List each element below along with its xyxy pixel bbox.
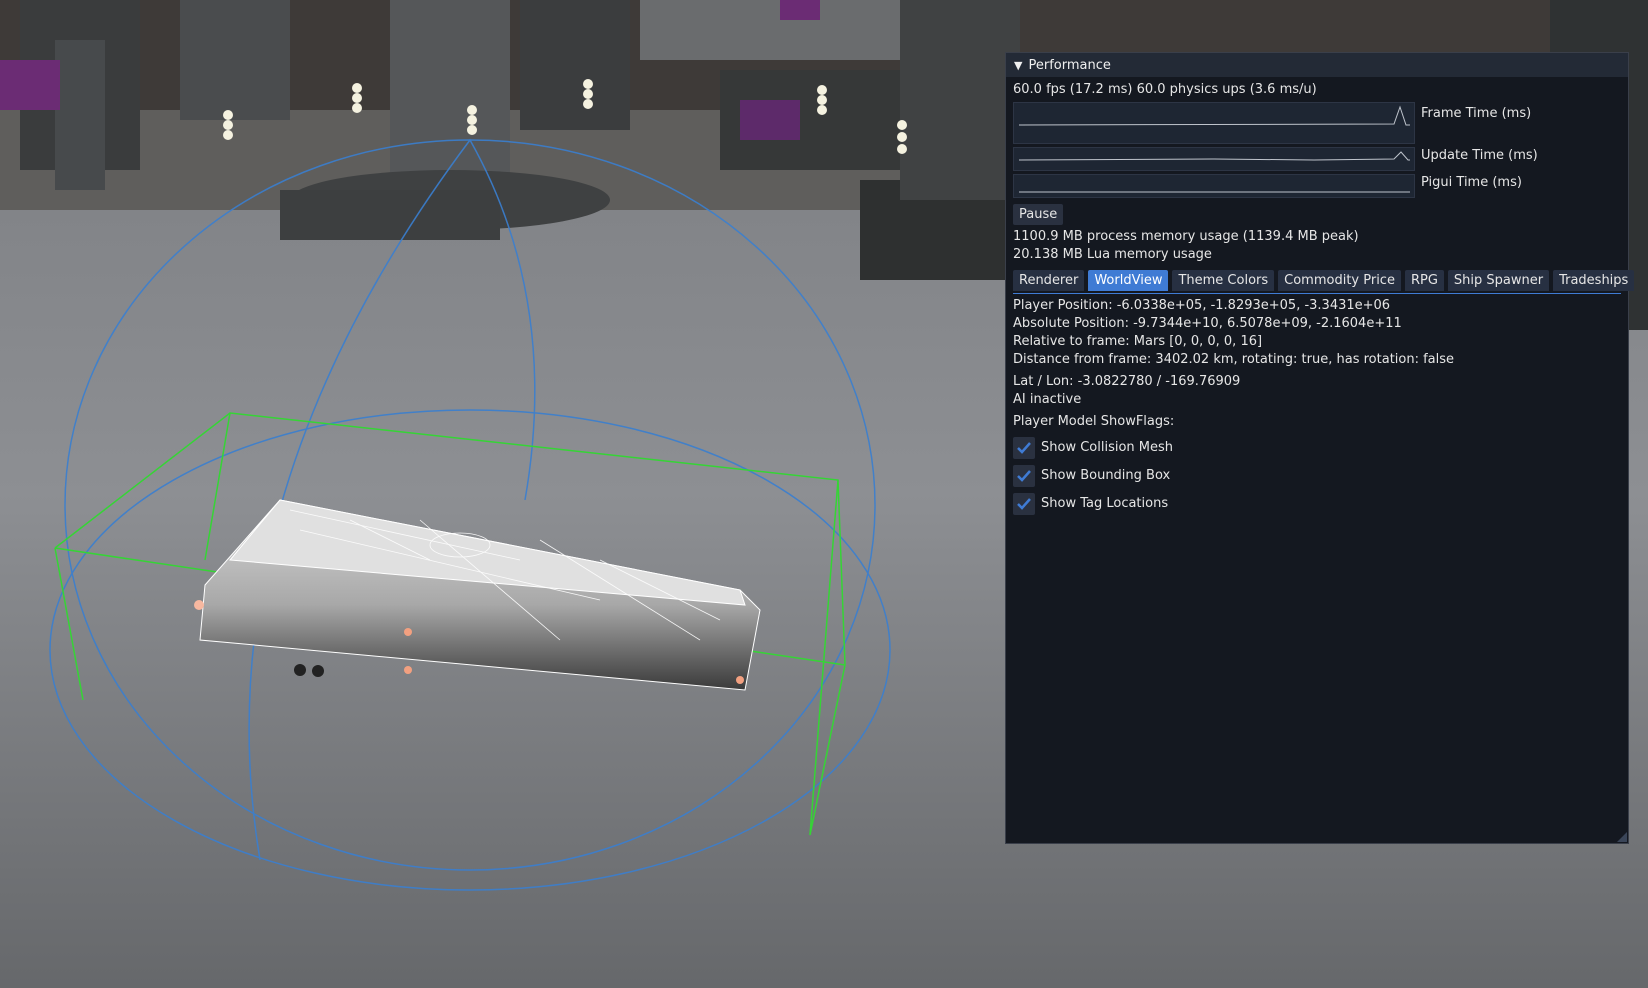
tab-ship-spawner[interactable]: Ship Spawner [1447,270,1550,291]
tab-renderer[interactable]: Renderer [1013,270,1085,291]
show-bounding-box-label: Show Bounding Box [1041,468,1171,483]
distance-from-frame: Distance from frame: 3402.02 km, rotatin… [1013,352,1455,367]
show-tag-locations-label: Show Tag Locations [1041,496,1169,511]
frame-time-plot[interactable] [1013,102,1415,144]
ai-status: AI inactive [1013,392,1082,407]
checkmark-icon [1017,497,1031,510]
show-bounding-box-row[interactable]: Show Bounding Box [1013,464,1621,487]
show-bounding-box-checkbox[interactable] [1013,464,1035,487]
performance-window[interactable]: ▼ Performance 60.0 fps (17.2 ms) 60.0 ph… [1005,52,1635,844]
pigui-time-plot-row: Pigui Time (ms) [1013,174,1621,198]
lua-memory-usage: 20.138 MB Lua memory usage [1013,247,1212,262]
tab-commodity-price[interactable]: Commodity Price [1278,270,1401,291]
debug-tabs: Renderer WorldView Theme Colors Commodit… [1013,270,1635,294]
show-collision-mesh-checkbox[interactable] [1013,436,1035,459]
frame-time-plot-row: Frame Time (ms) [1013,102,1621,144]
update-time-plot-row: Update Time (ms) [1013,147,1621,171]
checkmark-icon [1017,441,1031,454]
pigui-time-plot[interactable] [1013,174,1415,198]
update-time-plot[interactable] [1013,147,1415,171]
update-time-label: Update Time (ms) [1421,148,1538,163]
tab-rpg[interactable]: RPG [1404,270,1444,291]
tab-tradeships[interactable]: Tradeships [1553,270,1635,291]
relative-frame: Relative to frame: Mars [0, 0, 0, 0, 16] [1013,334,1263,349]
show-tag-locations-checkbox[interactable] [1013,492,1035,515]
resize-grip[interactable] [1617,832,1627,842]
showflags-label: Player Model ShowFlags: [1013,414,1175,429]
show-tag-locations-row[interactable]: Show Tag Locations [1013,492,1621,515]
fps-readout: 60.0 fps (17.2 ms) 60.0 physics ups (3.6… [1013,82,1317,97]
absolute-position: Absolute Position: -9.7344e+10, 6.5078e+… [1013,316,1402,331]
pause-button[interactable]: Pause [1013,204,1064,225]
collapse-triangle-icon[interactable]: ▼ [1014,59,1022,72]
window-title: Performance [1028,57,1111,73]
show-collision-mesh-row[interactable]: Show Collision Mesh [1013,436,1621,459]
tab-theme-colors[interactable]: Theme Colors [1172,270,1275,291]
checkmark-icon [1017,469,1031,482]
lat-lon: Lat / Lon: -3.0822780 / -169.76909 [1013,374,1241,389]
frame-time-label: Frame Time (ms) [1421,106,1532,121]
pigui-time-label: Pigui Time (ms) [1421,175,1522,190]
performance-title-bar[interactable]: ▼ Performance [1006,53,1628,77]
memory-usage: 1100.9 MB process memory usage (1139.4 M… [1013,229,1359,244]
show-collision-mesh-label: Show Collision Mesh [1041,440,1174,455]
player-position: Player Position: -6.0338e+05, -1.8293e+0… [1013,298,1391,313]
tab-worldview[interactable]: WorldView [1088,270,1169,291]
